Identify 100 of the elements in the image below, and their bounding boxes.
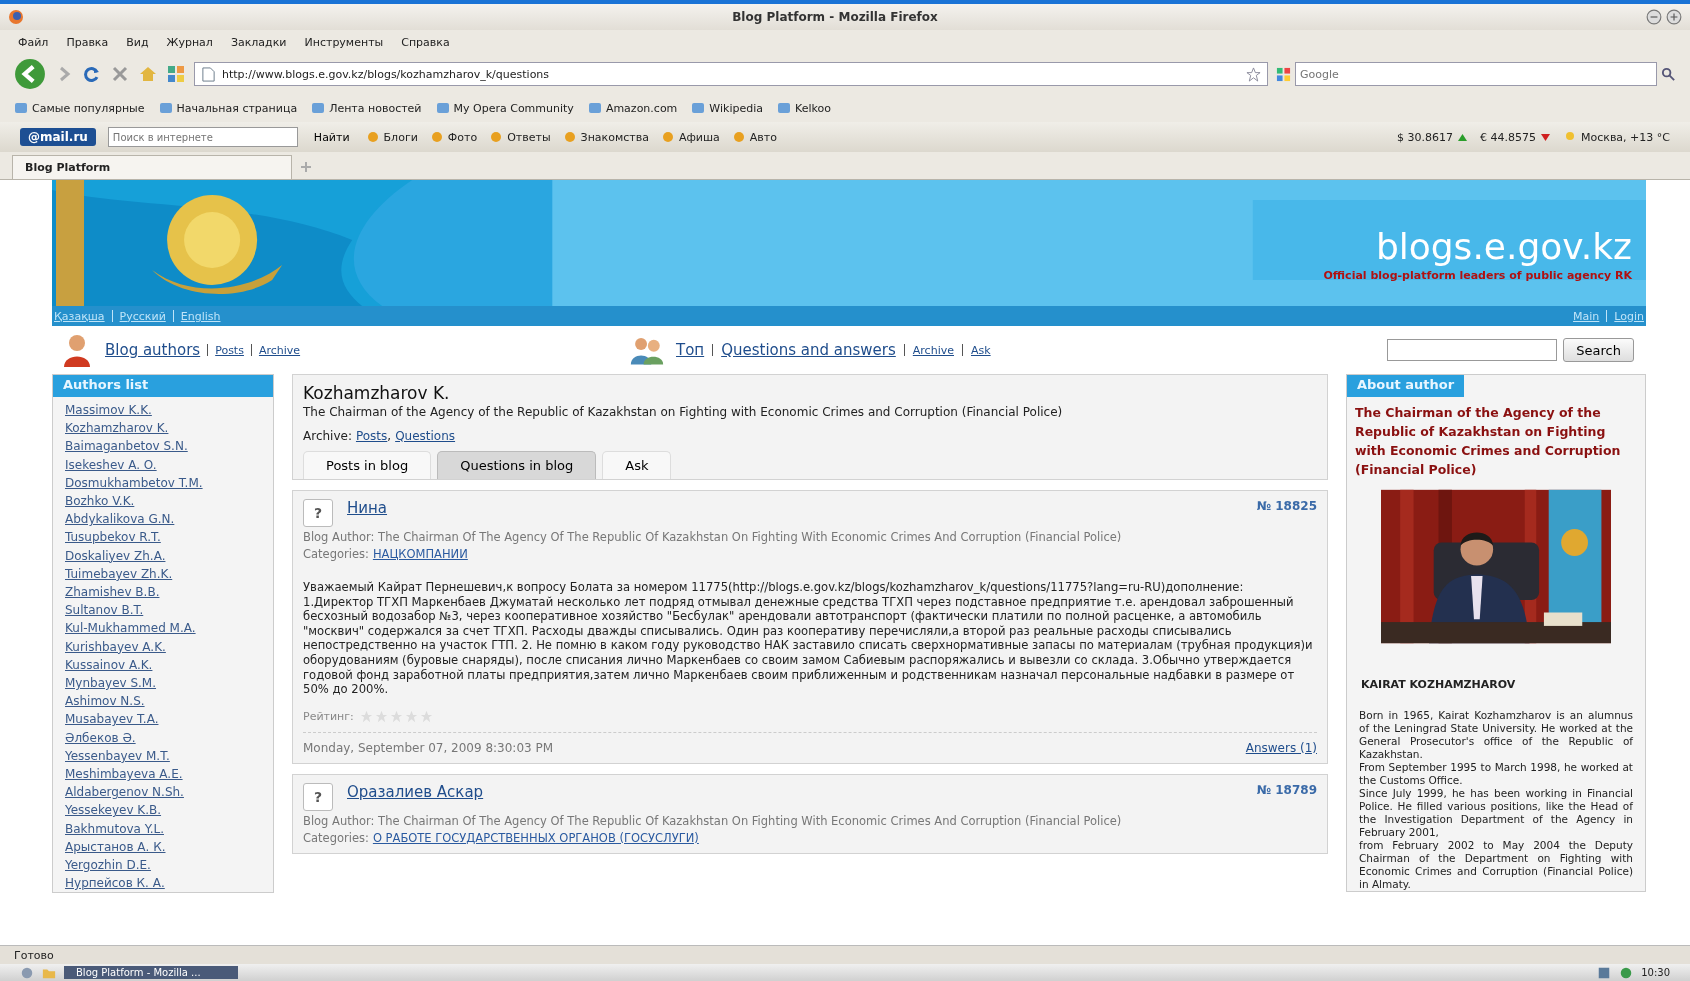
nav-link[interactable]: Archive <box>912 343 954 357</box>
author-link[interactable]: Bakhmutova Y.L. <box>65 819 164 838</box>
find-button[interactable]: Найти <box>309 130 354 144</box>
menu-item[interactable]: Файл <box>18 35 49 49</box>
search-icon[interactable] <box>1661 66 1676 82</box>
author-link[interactable]: Ashimov N.S. <box>65 692 145 711</box>
author-link[interactable]: Doskaliyev Zh.A. <box>65 546 166 565</box>
tray-icon[interactable] <box>1597 965 1612 980</box>
nav-link[interactable]: Posts <box>215 343 244 357</box>
bookmark-icon <box>777 101 791 115</box>
menu-item[interactable]: Инструменты <box>304 35 384 49</box>
start-icon[interactable] <box>20 965 34 980</box>
author-link[interactable]: Meshimbayeva A.E. <box>65 765 183 784</box>
mail-logo[interactable]: @mail.ru <box>20 128 96 146</box>
toolbar-link[interactable]: Фото <box>447 130 478 144</box>
home-icon[interactable] <box>138 64 158 84</box>
category-link[interactable]: О РАБОТЕ ГОСУДАРСТВЕННЫХ ОРГАНОВ (ГОСУСЛУГИ) <box>372 830 699 845</box>
nav-link[interactable]: Archive <box>258 343 301 357</box>
stop-icon[interactable] <box>110 64 130 84</box>
bookmark-icon <box>14 101 28 115</box>
nav-link[interactable]: Ask <box>971 343 991 357</box>
toolbar-link[interactable]: Авто <box>749 130 777 144</box>
bookmark-icon <box>158 101 173 115</box>
question-date: Monday, September 07, 2009 8:30:03 PM <box>303 740 554 755</box>
menu-item[interactable]: Справка <box>401 35 450 49</box>
author-link[interactable]: Yessekeyev K.B. <box>65 801 162 820</box>
apps-icon[interactable] <box>166 64 186 84</box>
bookmark-star-icon[interactable] <box>1246 66 1261 82</box>
author-link[interactable]: Baimaganbetov S.N. <box>65 437 188 456</box>
archive-section-link[interactable]: Questions <box>395 429 456 443</box>
author-link[interactable]: Арыстанов А. К. <box>65 837 166 857</box>
blog-authors-link[interactable]: Blog authors <box>105 341 201 359</box>
author-link[interactable]: Нурпейсов К. А. <box>65 874 165 893</box>
question-author-link[interactable]: Оразалиев Аскар <box>347 782 484 801</box>
blog-tab[interactable]: Questions in blog <box>437 451 597 479</box>
bookmark-icon <box>435 101 450 115</box>
author-link[interactable]: Abdykalikova G.N. <box>65 510 175 529</box>
address-bar[interactable]: http://www.blogs.e.gov.kz/blogs/kozhamzharov_k/questions <box>194 62 1268 86</box>
bookmark-link[interactable]: My Opera Community <box>453 101 574 115</box>
search-engine-icon[interactable] <box>1276 66 1291 82</box>
browser-tab[interactable]: Blog Platform <box>12 155 292 179</box>
author-link[interactable]: Kussainov A.K. <box>65 655 153 675</box>
menu-item[interactable]: Закладки <box>230 35 287 49</box>
bookmark-link[interactable]: Лента новостей <box>329 101 422 115</box>
bio-paragraph: From September 1995 to March 1998, he worked at the Customs Office. <box>1359 761 1633 787</box>
author-link[interactable]: Kurishbayev A.K. <box>65 637 166 656</box>
author-link[interactable]: Kozhamzharov K. <box>65 419 169 438</box>
page-icon <box>201 66 216 82</box>
web-search-field[interactable]: Google <box>1295 62 1657 86</box>
author-link[interactable]: Yergozhin D.E. <box>65 856 151 875</box>
toolbar-link[interactable]: Ответы <box>507 130 551 144</box>
category-link[interactable]: НАЦКОМПАНИИ <box>372 547 468 561</box>
toolbar-link[interactable]: Блоги <box>383 130 418 144</box>
bookmark-link[interactable]: Wikipedia <box>709 101 763 115</box>
author-link[interactable]: Zhamishev B.B. <box>65 583 160 602</box>
author-link[interactable]: Yessenbayev M.T. <box>65 746 170 766</box>
new-tab-icon[interactable] <box>300 161 312 173</box>
blog-tab[interactable]: Posts in blog <box>303 451 432 479</box>
toolbar-link[interactable]: Знакомства <box>580 130 649 144</box>
bookmark-link[interactable]: Начальная страница <box>176 101 298 115</box>
internet-search-field[interactable]: Поиск в интернете <box>107 127 298 147</box>
blog-tab[interactable]: Ask <box>602 451 672 479</box>
menu-item[interactable]: Журнал <box>166 35 213 49</box>
search-button[interactable]: Search <box>1563 338 1634 362</box>
nav-link[interactable]: Questions and answers <box>721 341 896 359</box>
panel-header: Authors list <box>53 375 273 397</box>
bookmark-link[interactable]: Самые популярные <box>32 101 145 115</box>
comma: , <box>387 429 392 443</box>
menu-item[interactable]: Правка <box>66 35 109 49</box>
toolbar-link-icon <box>731 130 746 144</box>
author-link[interactable]: Tuimebayev Zh.K. <box>65 564 173 584</box>
author-link[interactable]: Aldabergenov N.Sh. <box>65 783 184 802</box>
minimize-icon[interactable] <box>1646 9 1662 25</box>
rating-label: Рейтинг: <box>303 709 354 723</box>
author-link[interactable]: Kul-Mukhammed M.A. <box>65 619 196 638</box>
bookmark-link[interactable]: Kelkoo <box>795 101 831 115</box>
search-field[interactable] <box>1387 339 1558 361</box>
back-icon[interactable] <box>14 58 46 90</box>
author-link[interactable]: Dosmukhambetov T.M. <box>65 473 203 492</box>
question-author-link[interactable]: Нина <box>347 499 388 517</box>
author-link[interactable]: Isekeshev A. O. <box>65 455 157 474</box>
author-link[interactable]: Massimov K.K. <box>65 401 152 420</box>
menu-item[interactable]: Вид <box>126 35 149 49</box>
author-link[interactable]: Sultanov B.T. <box>65 601 144 620</box>
maximize-icon[interactable] <box>1666 9 1682 25</box>
nav-link[interactable]: Топ <box>676 341 705 359</box>
exchange-rate: $ 30.8617 <box>1397 130 1453 144</box>
bio-paragraph: Born in 1965, Kairat Kozhamzharov is an alumnus of the Leningrad State University. He worked at the General Prosecutor's office of the Republic of Kazakhstan. <box>1359 709 1633 761</box>
author-link[interactable]: Musabayev T.A. <box>65 710 159 729</box>
author-link[interactable]: Әлбеков Ә. <box>65 728 136 747</box>
answers-link[interactable]: Answers (1) <box>1245 740 1317 755</box>
author-link[interactable]: Bozhko V.K. <box>65 492 135 511</box>
weather-text: Москва, +13 °C <box>1580 130 1670 144</box>
author-link[interactable]: Mynbayev S.M. <box>65 674 157 693</box>
toolbar-link[interactable]: Афиша <box>678 130 720 144</box>
taskbar-button[interactable]: Blog Platform - Mozilla ... <box>64 966 238 979</box>
author-link[interactable]: Tusupbekov R.T. <box>65 528 161 547</box>
bookmark-link[interactable]: Amazon.com <box>605 101 678 115</box>
exchange-rate: € 44.8575 <box>1480 130 1536 144</box>
blog-author-line: Blog Author: The Chairman Of The Agency Of The Republic Of Kazakhstan On Fighting With Economic Crimes And Corruption (Financial Police) <box>303 530 1122 544</box>
